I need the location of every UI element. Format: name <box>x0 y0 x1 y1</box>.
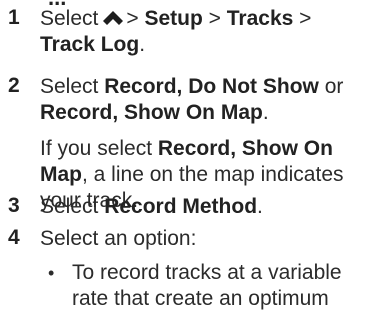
caret-up-icon <box>103 11 124 25</box>
step-text: Select > Setup > Tracks > Track Log. <box>40 7 312 56</box>
step-number: 3 <box>8 194 20 217</box>
step-number: 2 <box>8 74 20 97</box>
step-number: 4 <box>8 226 20 249</box>
step-text: Select an option: <box>40 227 197 250</box>
step-number: 1 <box>8 6 20 29</box>
step-text: Select Record Method. <box>40 195 263 218</box>
bullet-item: To record tracks at a variable rate that… <box>72 261 342 310</box>
bullet-icon: • <box>48 263 55 283</box>
step-text: Select Record, Do Not Show or Record, Sh… <box>40 75 344 124</box>
